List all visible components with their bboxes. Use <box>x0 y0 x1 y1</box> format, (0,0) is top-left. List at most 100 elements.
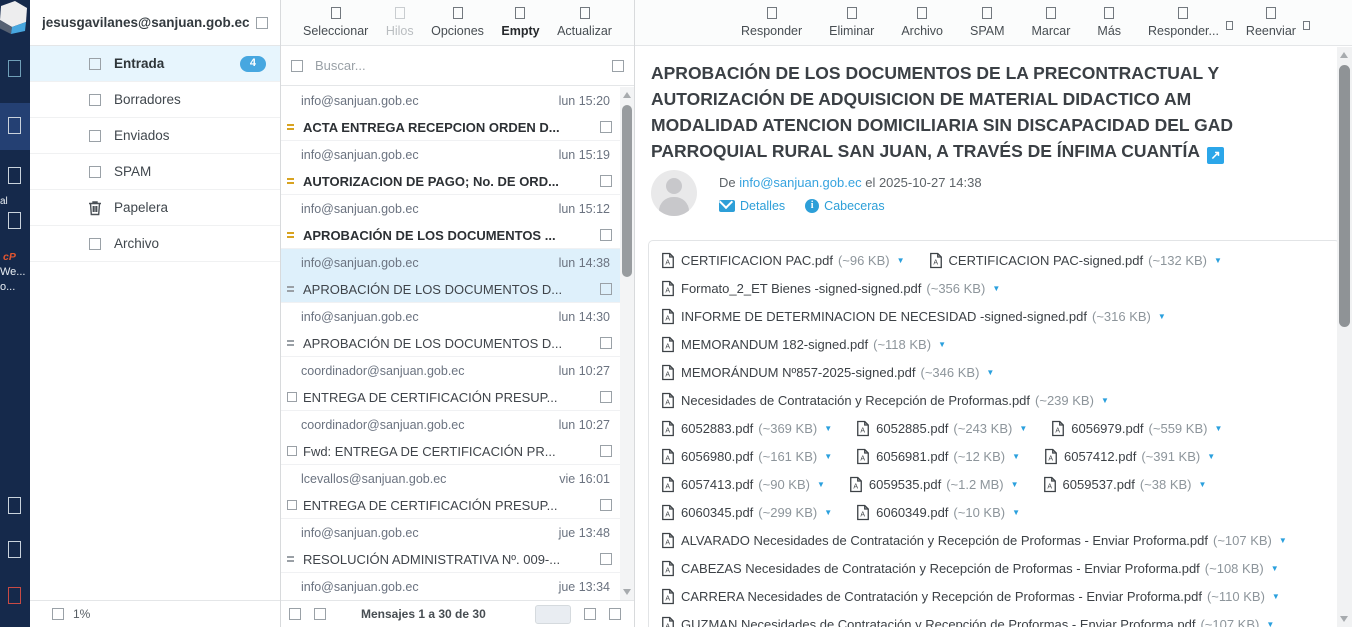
attachment-menu-caret[interactable]: ▼ <box>1019 424 1027 433</box>
account-header[interactable]: jesusgavilanes@sanjuan.gob.ec <box>30 0 280 46</box>
attachment-item[interactable]: A6052885.pdf(~243 KB)▼ <box>856 420 1027 437</box>
message-sender-row[interactable]: coordinador@sanjuan.gob.eclun 10:27 <box>281 357 620 384</box>
message-checkbox[interactable] <box>600 337 612 349</box>
list-toolbar-hilos[interactable]: Hilos <box>386 7 414 38</box>
message-sender-row[interactable]: info@sanjuan.gob.eclun 15:19 <box>281 141 620 168</box>
attachment-menu-caret[interactable]: ▼ <box>817 480 825 489</box>
message-toolbar-spam[interactable]: SPAM <box>970 7 1005 38</box>
message-subject-row[interactable]: AUTORIZACION DE PAGO; No. DE ORD... <box>281 168 620 195</box>
message-subject-row[interactable]: Fwd: ENTREGA DE CERTIFICACIÓN PR... <box>281 438 620 465</box>
message-subject-row[interactable]: APROBACIÓN DE LOS DOCUMENTOS D... <box>281 330 620 357</box>
attachment-item[interactable]: A6059535.pdf(~1.2 MB)▼ <box>849 476 1019 493</box>
attachment-item[interactable]: A6056980.pdf(~161 KB)▼ <box>661 448 832 465</box>
message-subject-row[interactable]: APROBACIÓN DE LOS DOCUMENTOS D... <box>281 276 620 303</box>
message-checkbox[interactable] <box>600 175 612 187</box>
attachment-menu-caret[interactable]: ▼ <box>824 424 832 433</box>
sender-email-link[interactable]: info@sanjuan.gob.ec <box>739 175 861 190</box>
open-in-new-window-icon[interactable]: ↗ <box>1207 147 1224 164</box>
taskstrip-active-app-icon[interactable] <box>8 117 21 134</box>
headers-link[interactable]: i Cabeceras <box>805 199 884 213</box>
prev-page-icon[interactable] <box>314 608 326 620</box>
attachment-menu-caret[interactable]: ▼ <box>1011 480 1019 489</box>
taskstrip-logout-icon[interactable] <box>8 587 21 604</box>
attachment-item[interactable]: ACERTIFICACION PAC-signed.pdf(~132 KB)▼ <box>929 252 1222 269</box>
attachment-item[interactable]: ANecesidades de Contratación y Recepción… <box>661 392 1109 409</box>
attachment-item[interactable]: AGUZMAN Necesidades de Contratación y Re… <box>661 616 1274 627</box>
attachment-menu-caret[interactable]: ▼ <box>1266 620 1274 627</box>
attachment-menu-caret[interactable]: ▼ <box>1279 536 1287 545</box>
folder-item-borradores[interactable]: Borradores <box>30 82 280 118</box>
taskstrip-settings-icon[interactable] <box>8 212 21 229</box>
message-checkbox[interactable] <box>600 229 612 241</box>
message-subject-row[interactable]: APROBACIÓN DE LOS DOCUMENTOS ... <box>281 222 620 249</box>
attachment-item[interactable]: ACERTIFICACION PAC.pdf(~96 KB)▼ <box>661 252 905 269</box>
attachment-menu-caret[interactable]: ▼ <box>824 452 832 461</box>
attachment-menu-caret[interactable]: ▼ <box>992 284 1000 293</box>
scrollbar-thumb[interactable] <box>622 105 632 277</box>
attachment-menu-caret[interactable]: ▼ <box>1012 508 1020 517</box>
attachment-menu-caret[interactable]: ▼ <box>824 508 832 517</box>
message-sender-row[interactable]: info@sanjuan.gob.ecjue 13:34 <box>281 573 620 600</box>
message-toolbar-archivo[interactable]: Archivo <box>901 7 943 38</box>
next-page-icon[interactable] <box>584 608 596 620</box>
message-sender-row[interactable]: coordinador@sanjuan.gob.eclun 10:27 <box>281 411 620 438</box>
message-sender-row[interactable]: info@sanjuan.gob.eclun 15:12 <box>281 195 620 222</box>
attachment-menu-caret[interactable]: ▼ <box>897 256 905 265</box>
scroll-down-arrow[interactable] <box>623 589 631 595</box>
attachment-item[interactable]: A6057412.pdf(~391 KB)▼ <box>1044 448 1215 465</box>
message-toolbar-m-s[interactable]: Más <box>1097 7 1121 38</box>
app-logo[interactable] <box>0 0 30 44</box>
message-toolbar-marcar[interactable]: Marcar <box>1032 7 1071 38</box>
details-link[interactable]: Detalles <box>719 199 785 213</box>
message-checkbox[interactable] <box>600 445 612 457</box>
attachment-menu-caret[interactable]: ▼ <box>1272 592 1280 601</box>
attachment-item[interactable]: ACABEZAS Necesidades de Contratación y R… <box>661 560 1279 577</box>
attachment-item[interactable]: AALVARADO Necesidades de Contratación y … <box>661 532 1287 549</box>
attachment-item[interactable]: AMEMORÁNDUM Nº857-2025-signed.pdf(~346 K… <box>661 364 994 381</box>
attachment-menu-caret[interactable]: ▼ <box>986 368 994 377</box>
search-icon[interactable] <box>291 60 303 72</box>
folder-item-spam[interactable]: SPAM <box>30 154 280 190</box>
list-toolbar-opciones[interactable]: Opciones <box>431 7 484 38</box>
attachment-item[interactable]: A6056979.pdf(~559 KB)▼ <box>1051 420 1222 437</box>
message-checkbox[interactable] <box>600 499 612 511</box>
attachment-item[interactable]: AFormato_2_ET Bienes -signed-signed.pdf(… <box>661 280 1000 297</box>
attachment-menu-caret[interactable]: ▼ <box>938 340 946 349</box>
message-checkbox[interactable] <box>600 283 612 295</box>
attachment-menu-caret[interactable]: ▼ <box>1207 452 1215 461</box>
list-toolbar-empty[interactable]: Empty <box>501 7 539 38</box>
search-input[interactable] <box>313 57 602 74</box>
message-sender-row[interactable]: info@sanjuan.gob.eclun 14:30 <box>281 303 620 330</box>
message-subject-row[interactable]: ENTREGA DE CERTIFICACIÓN PRESUP... <box>281 492 620 519</box>
attachment-menu-caret[interactable]: ▼ <box>1101 396 1109 405</box>
folder-item-archivo[interactable]: Archivo <box>30 226 280 262</box>
attachment-item[interactable]: AMEMORANDUM 182-signed.pdf(~118 KB)▼ <box>661 336 946 353</box>
message-sender-row[interactable]: info@sanjuan.gob.ecjue 13:48 <box>281 519 620 546</box>
attachment-menu-caret[interactable]: ▼ <box>1012 452 1020 461</box>
taskstrip-contacts-icon[interactable] <box>8 167 21 184</box>
attachment-item[interactable]: A6060349.pdf(~10 KB)▼ <box>856 504 1020 521</box>
attachment-menu-caret[interactable]: ▼ <box>1199 480 1207 489</box>
attachment-item[interactable]: A6060345.pdf(~299 KB)▼ <box>661 504 832 521</box>
attachment-item[interactable]: ACARRERA Necesidades de Contratación y R… <box>661 588 1280 605</box>
message-toolbar-eliminar[interactable]: Eliminar <box>829 7 874 38</box>
folder-item-entrada[interactable]: Entrada4 <box>30 46 280 82</box>
search-options-icon[interactable] <box>612 60 624 72</box>
scroll-down-arrow[interactable] <box>1340 616 1348 622</box>
attachment-menu-caret[interactable]: ▼ <box>1158 312 1166 321</box>
folder-item-enviados[interactable]: Enviados <box>30 118 280 154</box>
page-number-input[interactable] <box>535 605 571 624</box>
folder-item-papelera[interactable]: Papelera <box>30 190 280 226</box>
message-checkbox[interactable] <box>600 391 612 403</box>
message-subject-row[interactable]: RESOLUCIÓN ADMINISTRATIVA Nº. 009-... <box>281 546 620 573</box>
taskstrip-icon-lower-1[interactable] <box>8 497 21 514</box>
attachment-item[interactable]: A6059537.pdf(~38 KB)▼ <box>1043 476 1207 493</box>
attachment-item[interactable]: A6056981.pdf(~12 KB)▼ <box>856 448 1020 465</box>
list-toolbar-actualizar[interactable]: Actualizar <box>557 7 612 38</box>
message-subject-row[interactable]: ACTA ENTREGA RECEPCION ORDEN D... <box>281 114 620 141</box>
message-checkbox[interactable] <box>600 553 612 565</box>
taskstrip-mail-icon[interactable] <box>8 60 21 77</box>
list-toolbar-seleccionar[interactable]: Seleccionar <box>303 7 368 38</box>
attachment-menu-caret[interactable]: ▼ <box>1214 256 1222 265</box>
dropdown-arrow-icon[interactable] <box>1303 21 1310 30</box>
